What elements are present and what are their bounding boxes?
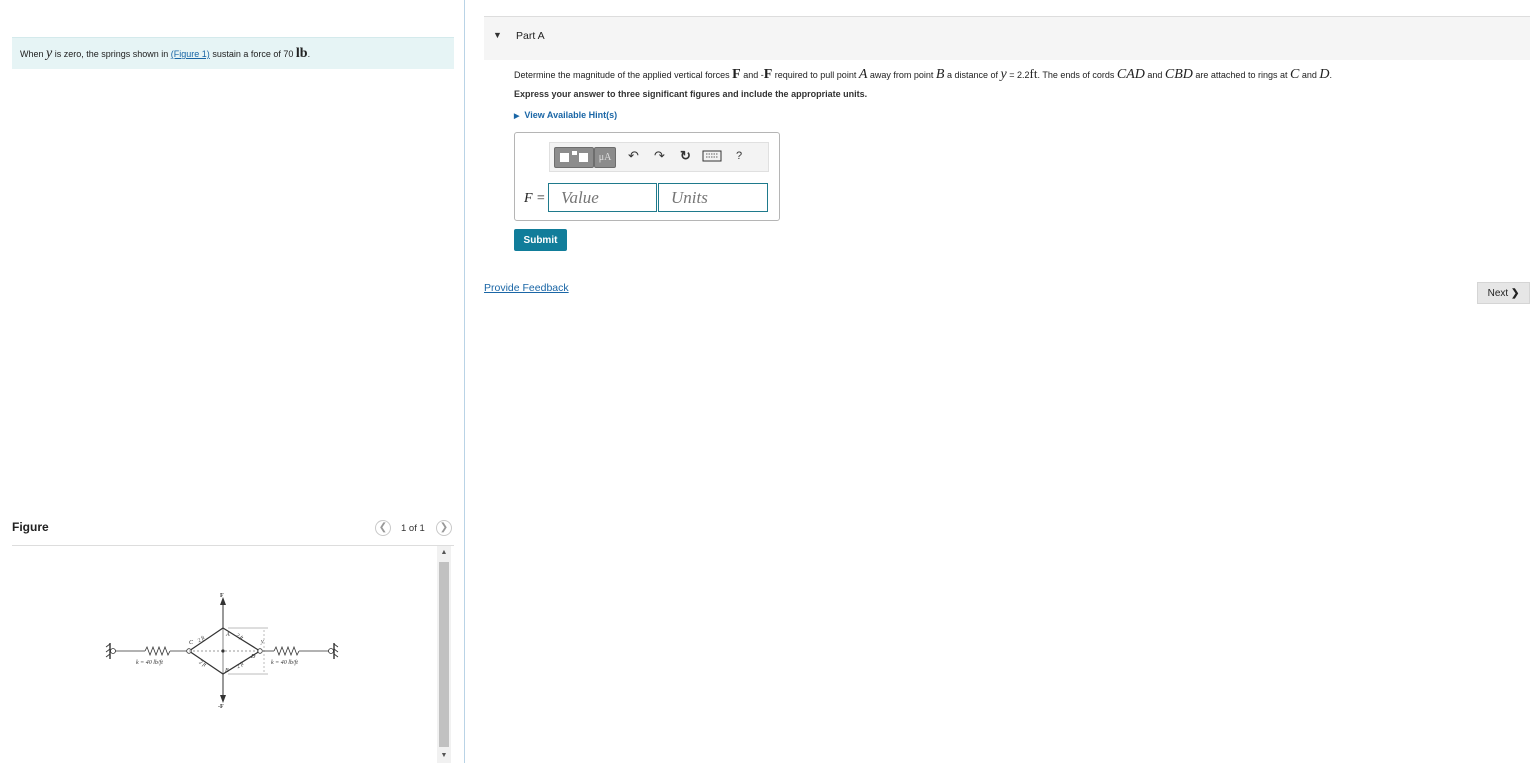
label-force-bottom: -F [218, 704, 224, 710]
instruction-text: Express your answer to three significant… [514, 89, 868, 99]
answer-label: F = [524, 191, 546, 207]
problem-intro: When y is zero, the springs shown in (Fi… [12, 37, 454, 69]
caret-down-icon[interactable]: ▼ [493, 30, 502, 40]
q-text: and [1299, 70, 1320, 80]
intro-text: is zero, the springs shown in [52, 49, 171, 59]
unit-lb: lb [295, 46, 308, 61]
undo-icon[interactable]: ↶ [628, 148, 639, 164]
q-var-c: C [1289, 67, 1300, 82]
force-arrow-down [220, 674, 226, 703]
help-button[interactable]: ? [736, 150, 742, 162]
redo-icon[interactable]: ↷ [654, 148, 665, 164]
provide-feedback-link[interactable]: Provide Feedback [484, 282, 569, 294]
figure-header: Figure ❮ 1 of 1 ❯ [12, 515, 454, 546]
q-text: away from point [867, 70, 936, 80]
answer-label-text: F = [524, 191, 546, 206]
reset-icon[interactable]: ↻ [680, 148, 691, 164]
label-point-b: B [225, 668, 229, 674]
templates-icon [560, 151, 588, 162]
label-point-d: D [250, 654, 256, 660]
part-a-header[interactable]: ▼ Part A [484, 16, 1530, 60]
chevron-right-icon: ❯ [1510, 287, 1520, 299]
left-spring [115, 645, 189, 657]
hints-label: View Available Hint(s) [524, 110, 618, 120]
q-var-cad: CAD [1116, 67, 1145, 82]
submit-button[interactable]: Submit [514, 229, 567, 251]
question-text: Determine the magnitude of the applied v… [514, 66, 1332, 83]
chevron-right-icon: ❯ [439, 522, 449, 533]
right-wall [328, 643, 339, 659]
label-force-top: F [220, 593, 224, 599]
intro-text: . [307, 49, 311, 59]
q-text: required to pull point [772, 70, 859, 80]
scroll-thumb[interactable] [439, 562, 449, 747]
units-input[interactable] [658, 183, 768, 212]
value-input[interactable] [548, 183, 657, 212]
next-button[interactable]: Next ❯ [1477, 282, 1530, 304]
q-var-f: F [732, 67, 741, 82]
intro-text: When [20, 49, 47, 59]
q-var-f: F [763, 67, 773, 82]
figure-pager: 1 of 1 [401, 523, 425, 534]
mu-symbol-label: μA [598, 152, 612, 163]
next-figure-button[interactable]: ❯ [436, 520, 452, 536]
next-label: Next [1487, 287, 1509, 299]
view-hints-link[interactable]: ▶ View Available Hint(s) [514, 110, 617, 120]
dim-bottom-left: 2 ft [198, 659, 208, 669]
q-var-d: D [1319, 67, 1330, 82]
keyboard-shape [702, 150, 722, 162]
left-wall [105, 643, 116, 659]
q-text: and - [740, 70, 764, 80]
templates-button[interactable] [554, 147, 594, 168]
label-y: y [260, 639, 264, 645]
label-point-c: C [189, 640, 194, 646]
figure-scrollbar[interactable]: ▲ ▼ [437, 546, 451, 763]
q-text: are attached to rings at [1192, 70, 1290, 80]
q-text: Determine the magnitude of the applied v… [514, 70, 733, 80]
label-spring-left: k = 40 lb/ft [136, 659, 163, 666]
left-panel: When y is zero, the springs shown in (Fi… [0, 0, 465, 763]
keyboard-icon[interactable] [702, 150, 722, 165]
intro-text: sustain a force of 70 [209, 49, 296, 59]
label-point-a: A [225, 632, 230, 638]
answer-box: μA ↶ ↷ ↻ ? F = [514, 132, 780, 221]
prev-figure-button[interactable]: ❮ [375, 520, 391, 536]
spring-diagram: F -F A B C D 2 ft 2 ft 2 ft 2 ft y k = 4… [105, 593, 339, 710]
label-spring-right: k = 40 lb/ft [271, 659, 298, 666]
figure-area: F -F A B C D 2 ft 2 ft 2 ft 2 ft y k = 4… [12, 546, 452, 763]
figure-title: Figure [12, 520, 49, 534]
dim-top-left: 2 ft [196, 634, 206, 644]
q-text: a distance of [944, 70, 1001, 80]
equation-toolbar: μA ↶ ↷ ↻ ? [549, 142, 769, 172]
scroll-up-icon[interactable]: ▲ [437, 546, 451, 560]
figure-link[interactable]: (Figure 1) [171, 49, 210, 59]
chevron-left-icon: ❮ [378, 522, 388, 533]
caret-right-icon: ▶ [514, 113, 520, 120]
q-text: . The ends of cords [1037, 70, 1117, 80]
q-text: = 2.2 [1006, 70, 1030, 80]
q-text: . [1329, 70, 1332, 80]
q-var-cbd: CBD [1164, 67, 1193, 82]
q-text: and [1144, 70, 1165, 80]
symbols-button[interactable]: μA [594, 147, 616, 168]
scroll-down-icon[interactable]: ▼ [437, 749, 451, 763]
right-spring [263, 645, 329, 657]
part-title: Part A [516, 30, 545, 42]
force-arrow-up [220, 597, 226, 628]
